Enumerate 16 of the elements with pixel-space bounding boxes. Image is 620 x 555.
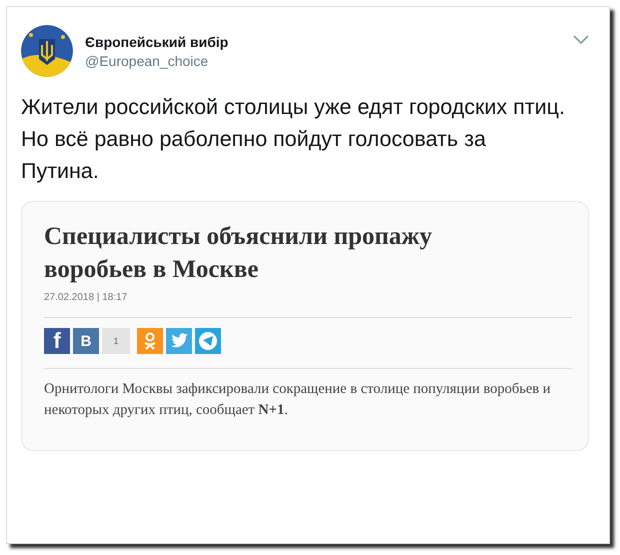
plane-share-icon[interactable] xyxy=(195,328,221,354)
bird-share-icon[interactable] xyxy=(166,328,192,354)
share-button[interactable]: 1 xyxy=(102,328,130,354)
article-summary: Орнитологи Москвы зафиксировали сокращение в столице популяции воробьев и некоторых других птиц, сообщает N+1. xyxy=(44,380,552,420)
chevron-down-icon[interactable] xyxy=(573,35,589,45)
tweet-text: Жители российской столицы уже едят городских птиц. xyxy=(21,94,566,121)
avatar xyxy=(21,25,73,77)
author-name[interactable]: Європейський вибір xyxy=(85,34,561,50)
tweet-text: Но всё равно раболепно пойдут голосовать за Путина. xyxy=(21,126,487,185)
share-button[interactable]: f xyxy=(44,328,70,354)
article-date: 27.02.2018 | 18:17 xyxy=(44,292,128,303)
article-title: Специалисты объяснили пропажу воробьев в Москве xyxy=(44,222,434,285)
author-handle[interactable]: @European_choice xyxy=(85,52,561,68)
ok-share-icon[interactable] xyxy=(137,328,163,354)
share-button[interactable]: В xyxy=(73,328,99,354)
quoted-article[interactable]: Специалисты объяснили пропажу воробьев в Москве 27.02.2018 | 18:17 f В 1 Орнитологи Москвы зафиксировали сокращение в столице популяции воробьев и некоторых других птиц, сообщает N+1. xyxy=(21,201,589,451)
